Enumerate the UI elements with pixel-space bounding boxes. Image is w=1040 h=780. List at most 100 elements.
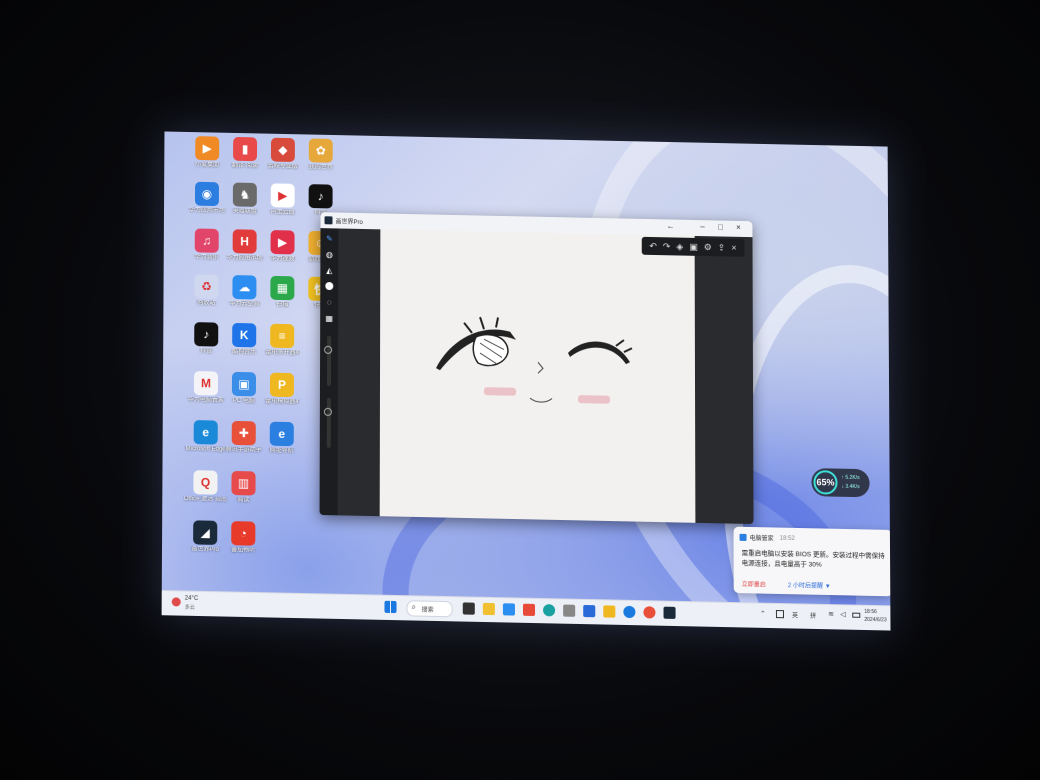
cloud-icon[interactable] xyxy=(502,603,515,616)
app-icon: ◉ xyxy=(194,181,219,207)
desktop-icon-label: 雷电多开器4 xyxy=(265,349,299,357)
lasso-icon[interactable]: ◌ xyxy=(324,298,334,308)
app-icon: ☁ xyxy=(232,275,257,300)
left-blush xyxy=(483,387,516,396)
brush-icon[interactable]: ✎ xyxy=(324,234,334,244)
close-button[interactable]: × xyxy=(732,223,744,232)
clock-date[interactable]: 2024/6/23 xyxy=(864,617,886,624)
share-icon[interactable]: ⇪ xyxy=(718,242,726,253)
wifi-icon[interactable]: ≋ xyxy=(828,610,834,618)
system-tray-chevron-icon[interactable]: ⌃ xyxy=(760,610,766,618)
undo-icon[interactable]: ↶ xyxy=(649,240,657,251)
windows-start-icon[interactable] xyxy=(384,600,397,614)
volume-icon[interactable]: ◁ xyxy=(840,610,845,618)
desktop-icon-label: 我的世界 xyxy=(308,164,333,171)
slider-handle-icon[interactable] xyxy=(324,345,333,354)
cpu-usage-ring: 65% xyxy=(813,470,838,495)
app-icon: ◔ xyxy=(231,521,256,546)
app-icon: ▣ xyxy=(231,371,257,397)
app-icon: ✚ xyxy=(231,420,256,446)
nose xyxy=(537,362,544,374)
app-icon: ▥ xyxy=(231,470,256,496)
back-button[interactable]: ← xyxy=(665,221,677,230)
app-icon: ▶ xyxy=(195,136,220,161)
notification-app-name: 电脑管家 xyxy=(749,536,774,543)
drawing-app-window[interactable]: 画世界Pro ← – □ × ✎ ◍ ◭ ◌ ▦ ↶ ↷ ◈ ▣ ⚙ ⇪ × xyxy=(319,212,754,525)
app-icon: ♞ xyxy=(232,182,257,207)
minimize-button[interactable]: – xyxy=(697,222,709,231)
file-explorer-icon[interactable] xyxy=(482,602,495,616)
desktop-icon-label: 网址导航 xyxy=(269,447,294,455)
app-icon: ▮ xyxy=(233,136,258,162)
notification-toast[interactable]: 电脑管家 18:52 需重启电脑以安装 BIOS 更新。安装过程中需保持电源连接… xyxy=(733,526,891,597)
layers-icon[interactable]: ◈ xyxy=(676,241,683,252)
tool-sidebar: ✎ ◍ ◭ ◌ ▦ xyxy=(319,228,339,516)
cpu-percent: 65% xyxy=(816,477,835,488)
desktop-icon[interactable]: P 雷电模拟器4 xyxy=(260,372,304,406)
slider-handle-icon[interactable] xyxy=(323,407,332,416)
app-icon: ▶ xyxy=(270,230,295,255)
app-icon: H xyxy=(232,229,257,254)
notification-body: 需重启电脑以安装 BIOS 更新。安装过程中需保持电源连接，且电量高于 30% xyxy=(741,549,885,569)
settings-icon[interactable]: ⚙ xyxy=(704,242,712,253)
clock-time[interactable]: 18:56 xyxy=(864,609,877,615)
app-icon: ✿ xyxy=(308,138,333,163)
pc-manager-icon xyxy=(739,533,747,541)
search-icon: ⌕ xyxy=(411,602,417,612)
desktop-icon-label: 番茄畅听 xyxy=(231,547,256,554)
right-eye xyxy=(568,341,631,365)
ime-mode-label[interactable]: 拼 xyxy=(810,611,816,620)
search-label: 搜索 xyxy=(421,607,434,614)
app-icon: K xyxy=(232,322,257,348)
app-title: 画世界Pro xyxy=(335,218,363,226)
weather-temp: 24°C xyxy=(184,595,199,602)
game-icon[interactable] xyxy=(603,605,616,618)
pc-manager-taskbar-icon[interactable] xyxy=(563,604,576,617)
redo-icon[interactable]: ↷ xyxy=(663,241,671,252)
app-icon: ◢ xyxy=(193,520,218,545)
app-icon: ♫ xyxy=(194,228,219,253)
ie-icon[interactable] xyxy=(623,605,636,619)
brush-size-slider[interactable] xyxy=(324,335,333,386)
desktop-icon[interactable]: ◔ 番茄畅听 xyxy=(221,521,265,555)
desktop-icon-label: 阅读 xyxy=(237,497,250,504)
tencent-icon[interactable] xyxy=(643,606,656,619)
photos-icon[interactable] xyxy=(583,604,596,618)
performance-widget[interactable]: 65% ↑ 5.2K/s ↓ 3.4K/s xyxy=(811,468,870,498)
app-logo-icon xyxy=(324,216,333,225)
app-icon: ♪ xyxy=(194,322,219,347)
app-icon: ▦ xyxy=(270,275,295,301)
smudge-icon[interactable]: ◍ xyxy=(324,250,334,260)
app-icon: ◆ xyxy=(270,137,295,162)
battery-icon[interactable] xyxy=(852,612,861,618)
desktop-icon[interactable]: ✿ 我的世界 xyxy=(299,138,343,172)
download-speed: ↓ 3.4K/s xyxy=(841,483,860,491)
grid-icon[interactable]: ▦ xyxy=(324,314,334,324)
right-blush xyxy=(577,395,610,404)
ime-label[interactable]: 英 xyxy=(792,610,798,619)
desktop-icon-label: 雷电模拟器4 xyxy=(265,398,299,406)
reference-icon[interactable]: ▣ xyxy=(689,241,698,252)
remind-later-button[interactable]: 2 小时后提醒 ▼ xyxy=(788,580,831,590)
edge-icon[interactable] xyxy=(543,604,556,617)
tablet-mode-icon[interactable] xyxy=(775,609,785,619)
canvas-toolbar: ↶ ↷ ◈ ▣ ⚙ ⇪ × xyxy=(641,236,745,257)
restart-now-button[interactable]: 立即重启 xyxy=(742,579,766,589)
desktop-icon[interactable]: ≡ 雷电多开器4 xyxy=(260,323,304,357)
app-icon: Q xyxy=(193,470,218,495)
app-icon: ♻ xyxy=(194,274,219,299)
toolbar-close-icon[interactable]: × xyxy=(731,243,736,253)
drawing-app-taskbar-icon[interactable] xyxy=(663,606,676,619)
search-box[interactable]: ⌕ 搜索 xyxy=(406,600,453,618)
task-view-icon[interactable] xyxy=(462,602,475,615)
chevron-down-icon: ▼ xyxy=(824,583,831,591)
opacity-slider[interactable] xyxy=(323,397,332,448)
eraser-icon[interactable]: ◭ xyxy=(324,266,334,276)
drawing-canvas[interactable] xyxy=(379,229,696,523)
app-icon: ▶ xyxy=(270,183,295,208)
desktop-icon[interactable]: e 网址导航 xyxy=(260,421,304,455)
desktop-icon[interactable]: ▥ 阅读 xyxy=(221,470,265,505)
color-picker-icon[interactable] xyxy=(324,281,334,292)
app-icon-red[interactable] xyxy=(522,603,536,617)
maximize-button[interactable]: □ xyxy=(715,222,727,231)
